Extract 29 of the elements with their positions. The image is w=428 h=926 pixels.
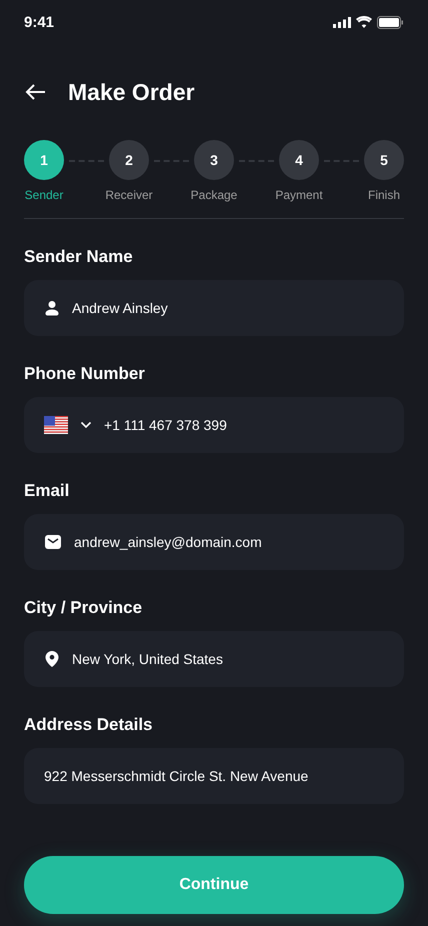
wifi-icon <box>356 16 372 28</box>
step-circle[interactable]: 2 <box>109 140 149 180</box>
person-icon <box>44 300 60 316</box>
battery-icon <box>377 16 404 28</box>
step-label: Finish <box>368 188 400 202</box>
signal-icon <box>333 16 351 28</box>
field-label: Phone Number <box>24 364 146 384</box>
step-circle[interactable]: 5 <box>364 140 404 180</box>
field-label: City / Province <box>24 598 144 618</box>
field-label: Address Details <box>24 715 154 735</box>
input-field[interactable]: andrew_ainsley@domain.com <box>24 514 404 570</box>
chevron-down-icon[interactable] <box>80 421 92 429</box>
step-label: Receiver <box>105 188 153 202</box>
step-label: Payment <box>275 188 323 202</box>
input-field[interactable]: +1 111 467 378 399 <box>24 397 404 453</box>
input-field[interactable]: 922 Messerschmidt Circle St. New Avenue <box>24 748 404 804</box>
step-label: Package <box>190 188 238 202</box>
field-label: Email <box>24 481 70 501</box>
input-field[interactable]: New York, United States <box>24 631 404 687</box>
step-label: Sender <box>24 188 64 202</box>
input-field[interactable]: Andrew Ainsley <box>24 280 404 336</box>
flag-icon <box>44 416 68 434</box>
field-label: Sender Name <box>24 247 134 267</box>
mail-icon <box>44 534 62 550</box>
page-title: Make Order <box>68 78 195 106</box>
status-time: 9:41 <box>24 14 54 30</box>
step-circle[interactable]: 4 <box>279 140 319 180</box>
location-pin-icon <box>44 650 60 668</box>
step-circle[interactable]: 3 <box>194 140 234 180</box>
